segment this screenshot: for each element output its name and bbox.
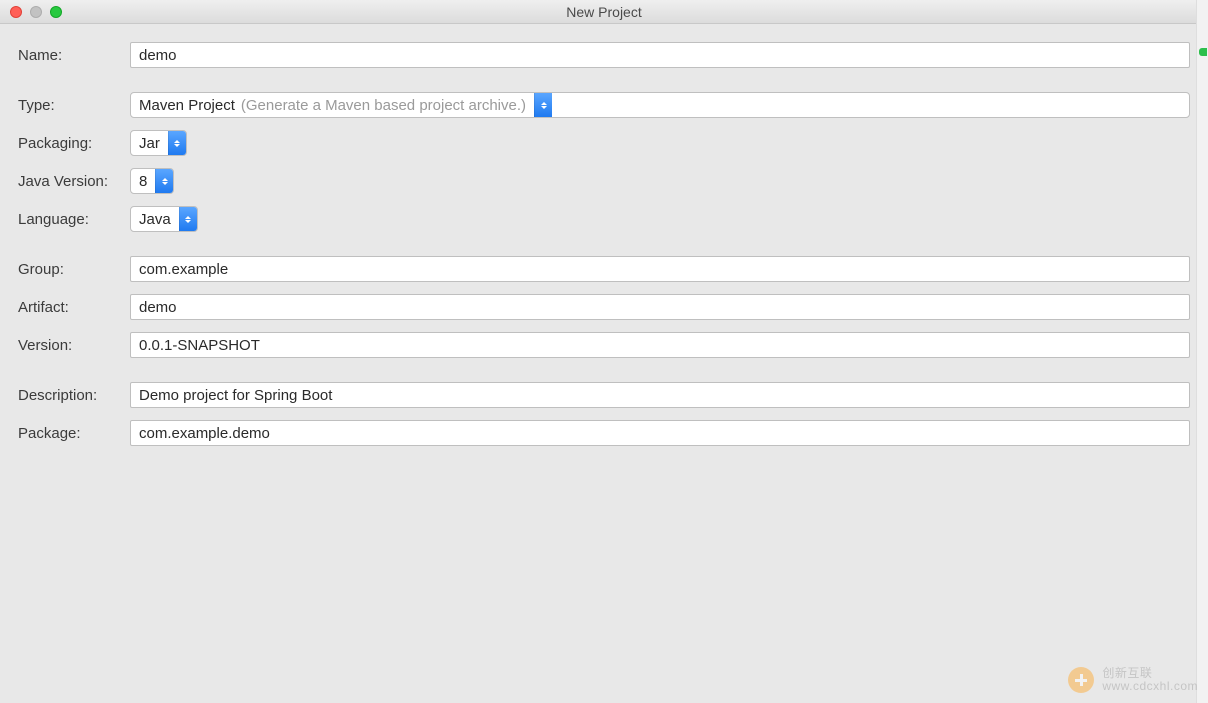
chevron-updown-icon [168, 131, 186, 155]
java-version-value: 8 [131, 169, 155, 193]
watermark-text: 创新互联 www.cdcxhl.com [1102, 667, 1198, 692]
window-controls [0, 6, 62, 18]
new-project-form: Name: Type: Maven Project (Generate a Ma… [0, 24, 1208, 446]
description-label: Description: [18, 387, 130, 404]
type-label: Type: [18, 97, 130, 114]
zoom-icon[interactable] [50, 6, 62, 18]
language-select[interactable]: Java [130, 206, 198, 232]
titlebar: New Project [0, 0, 1208, 24]
version-input[interactable] [130, 332, 1190, 358]
type-hint-text: (Generate a Maven based project archive.… [241, 97, 526, 114]
name-input[interactable] [130, 42, 1190, 68]
description-input[interactable] [130, 382, 1190, 408]
close-icon[interactable] [10, 6, 22, 18]
watermark-line2: www.cdcxhl.com [1102, 680, 1198, 693]
language-value: Java [131, 207, 179, 231]
watermark-logo-icon [1068, 667, 1094, 693]
chevron-updown-icon [534, 93, 552, 117]
group-label: Group: [18, 261, 130, 278]
type-select-value: Maven Project (Generate a Maven based pr… [131, 93, 534, 117]
package-label: Package: [18, 425, 130, 442]
chevron-updown-icon [179, 207, 197, 231]
green-indicator-icon [1199, 48, 1207, 56]
packaging-label: Packaging: [18, 135, 130, 152]
java-version-label: Java Version: [18, 173, 130, 190]
java-version-select[interactable]: 8 [130, 168, 174, 194]
chevron-updown-icon [155, 169, 173, 193]
minimize-icon[interactable] [30, 6, 42, 18]
type-value-text: Maven Project [139, 97, 235, 114]
window-title: New Project [0, 4, 1208, 20]
version-label: Version: [18, 337, 130, 354]
package-input[interactable] [130, 420, 1190, 446]
language-label: Language: [18, 211, 130, 228]
group-input[interactable] [130, 256, 1190, 282]
watermark: 创新互联 www.cdcxhl.com [1068, 667, 1198, 693]
type-select[interactable]: Maven Project (Generate a Maven based pr… [130, 92, 1190, 118]
artifact-label: Artifact: [18, 299, 130, 316]
name-label: Name: [18, 47, 130, 64]
packaging-select[interactable]: Jar [130, 130, 187, 156]
right-edge-sliver [1196, 0, 1208, 703]
packaging-value: Jar [131, 131, 168, 155]
artifact-input[interactable] [130, 294, 1190, 320]
